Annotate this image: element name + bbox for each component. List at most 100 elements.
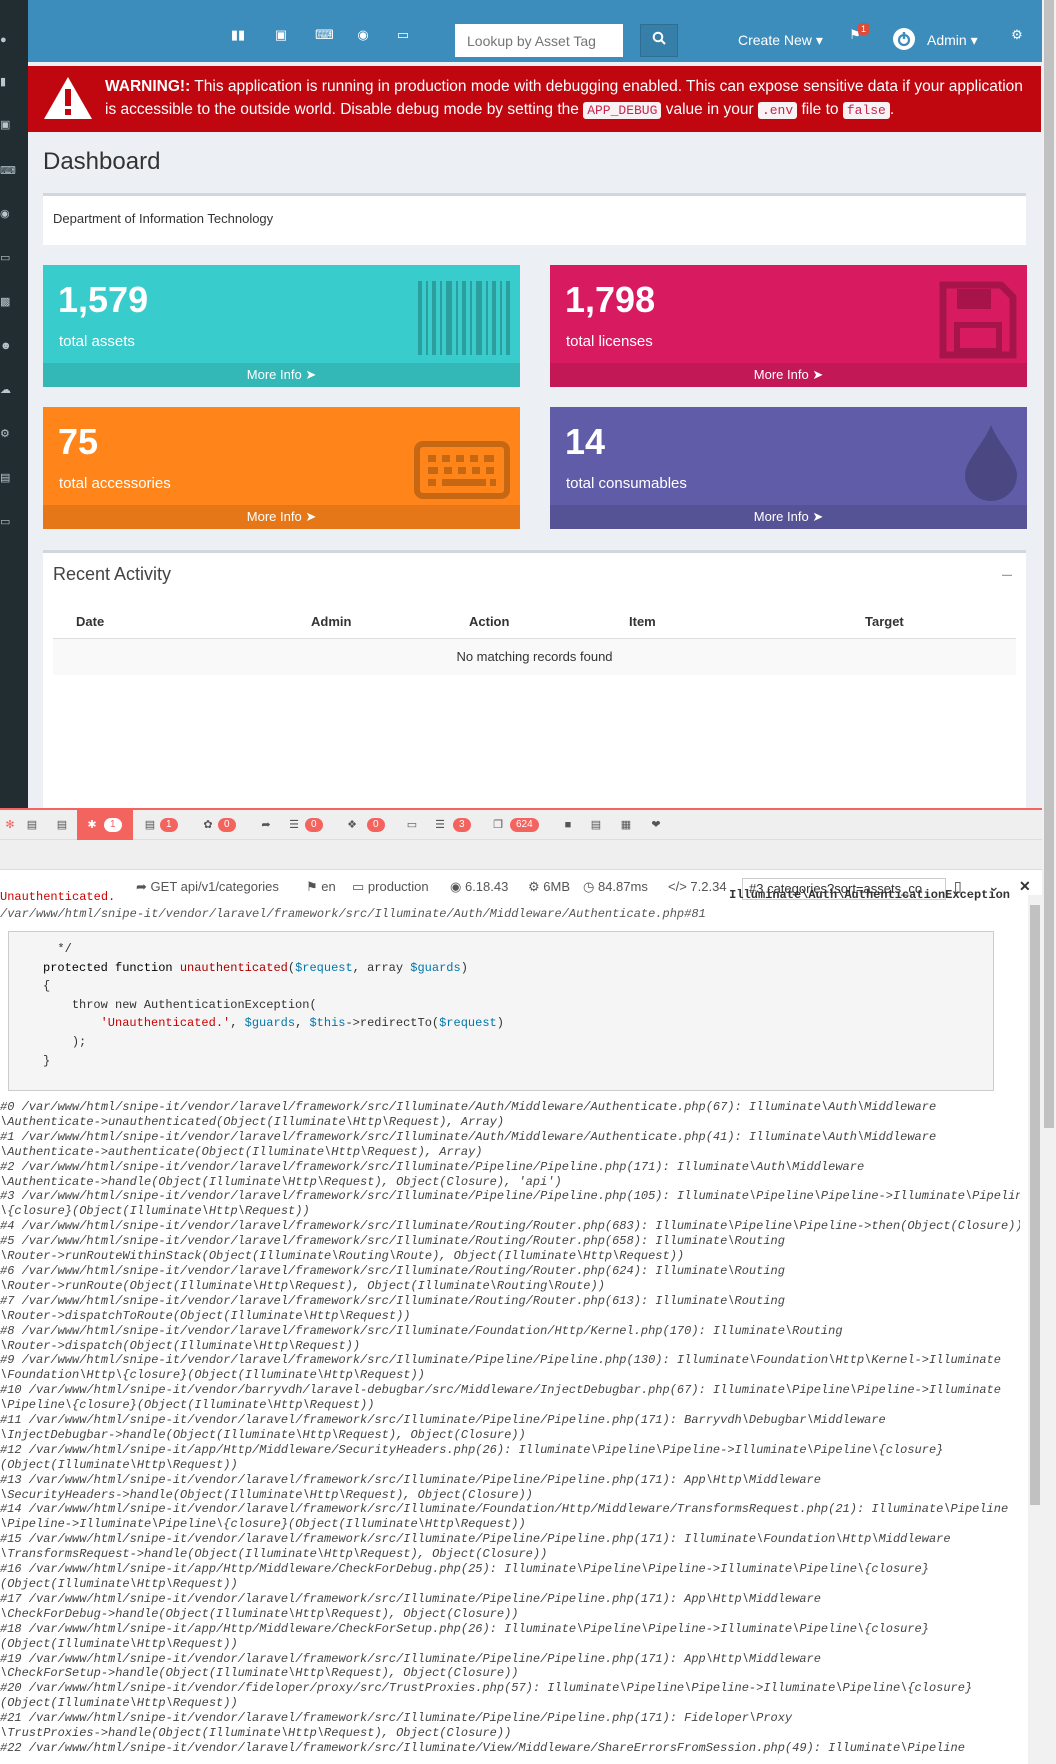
- accessories-tile: 75 total accessories More Info ➤: [43, 407, 520, 529]
- debugbar-logo-icon[interactable]: ✻: [2, 817, 18, 833]
- stack-trace-line: \CheckForDebug->handle(Object(Illuminate…: [0, 1606, 519, 1621]
- column-header-item[interactable]: Item: [629, 614, 656, 629]
- code-variable: $request: [295, 960, 353, 975]
- php-debugbar: ✻ ▤ ▤ ✱ 1 ▤ 1 ✿ 0 ➦ ☰ 0 ❖ 0 ▭ ☰ 3 ❐ 624 …: [0, 808, 1042, 1764]
- barcode-icon: [418, 281, 510, 355]
- tile-label: total licenses: [566, 333, 653, 350]
- power-icon: [893, 28, 915, 55]
- timeline-count: 0: [218, 818, 236, 832]
- archive-icon[interactable]: ▦: [618, 817, 634, 833]
- stack-trace-line: \Router->dispatchToRoute(Object(Illumina…: [0, 1308, 411, 1323]
- tags-icon[interactable]: ❤: [648, 817, 664, 833]
- stack-trace-line: #15 /var/www/html/snipe-it/vendor/larave…: [0, 1532, 951, 1547]
- version-text: 6.18.43: [464, 879, 509, 894]
- stack-trace-line: #13 /var/www/html/snipe-it/vendor/larave…: [0, 1472, 821, 1487]
- column-header-date[interactable]: Date: [76, 614, 104, 629]
- more-info-link[interactable]: More Info ➤: [550, 505, 1027, 529]
- locale-info: ⚑ en: [306, 879, 336, 895]
- leaf-icon[interactable]: ✿: [200, 817, 216, 833]
- stack-trace-line: #4 /var/www/html/snipe-it/vendor/laravel…: [0, 1219, 1020, 1234]
- keyboard-icon[interactable]: ⌨: [315, 26, 334, 44]
- stack-trace-line: #17 /var/www/html/snipe-it/vendor/larave…: [0, 1591, 821, 1606]
- stack-trace-line: #21 /var/www/html/snipe-it/vendor/larave…: [0, 1711, 793, 1726]
- save-icon[interactable]: ▣: [272, 26, 290, 44]
- request-icon[interactable]: ▤: [588, 817, 604, 833]
- collapse-icon[interactable]: –: [1002, 564, 1012, 585]
- search-button[interactable]: [640, 24, 678, 57]
- stack-trace-line: #0 /var/www/html/snipe-it/vendor/laravel…: [0, 1100, 937, 1114]
- warning-label: WARNING!:: [105, 78, 191, 95]
- more-info-label: More Info: [246, 367, 302, 382]
- stack-trace-line: \Pipeline->Illuminate\Pipeline\{closure}…: [0, 1517, 526, 1532]
- page-scrollbar[interactable]: [1042, 0, 1056, 1764]
- inbox-icon[interactable]: ▭: [404, 817, 420, 833]
- tile-count: 1,579: [58, 279, 149, 320]
- cubes-icon[interactable]: ❖: [344, 817, 360, 833]
- stack-trace-line: #22 /var/www/html/snipe-it/vendor/larave…: [0, 1740, 965, 1755]
- files-icon[interactable]: ❐: [490, 817, 506, 833]
- dashboard-icon[interactable]: ●: [0, 33, 14, 47]
- list-icon[interactable]: ☰: [432, 817, 448, 833]
- barcode-icon[interactable]: ▮: [0, 75, 14, 89]
- column-header-target[interactable]: Target: [865, 614, 904, 629]
- database-icon[interactable]: ☰: [286, 817, 302, 833]
- timeline-tab-icon[interactable]: ▤: [54, 817, 70, 833]
- cloud-download-icon[interactable]: ☁: [0, 383, 14, 397]
- code-text: ->redirectTo(: [345, 1016, 440, 1031]
- tile-count: 75: [58, 421, 99, 462]
- more-info-link[interactable]: More Info ➤: [550, 363, 1027, 387]
- share-icon: ➦: [136, 879, 147, 894]
- save-icon[interactable]: ▣: [0, 118, 14, 132]
- cogs-icon[interactable]: ⚙: [1008, 26, 1026, 44]
- create-new-dropdown[interactable]: Create New ▾: [738, 32, 823, 49]
- code-text: ,: [230, 1016, 245, 1031]
- drive-icon[interactable]: ▭: [394, 26, 412, 44]
- code-icon: </>: [668, 879, 687, 894]
- tint-icon[interactable]: ◉: [354, 26, 372, 44]
- department-box: Department of Information Technology: [43, 193, 1026, 245]
- lock-icon[interactable]: ■: [560, 817, 576, 833]
- false-code: false: [842, 102, 890, 119]
- reports-icon[interactable]: ▤: [0, 471, 14, 485]
- page-title: Dashboard: [43, 148, 161, 175]
- debugbar-scrollbar[interactable]: [1028, 895, 1042, 1764]
- more-info-link[interactable]: More Info ➤: [43, 363, 520, 387]
- user-menu-dropdown[interactable]: Admin ▾: [927, 32, 978, 49]
- warning-message-3: file to: [801, 101, 839, 118]
- exception-file[interactable]: /var/www/html/snipe-it/vendor/laravel/fr…: [0, 907, 706, 921]
- settings-icon[interactable]: ⚙: [0, 427, 14, 441]
- environment-text: production: [367, 879, 429, 894]
- stack-trace: #0 /var/www/html/snipe-it/vendor/laravel…: [0, 1100, 1020, 1756]
- messages-tab-icon[interactable]: ▤: [24, 817, 40, 833]
- asset-tag-search-input[interactable]: [455, 24, 623, 57]
- drive-icon[interactable]: ▭: [0, 251, 14, 265]
- stack-trace-line: #7 /var/www/html/snipe-it/vendor/laravel…: [0, 1293, 785, 1308]
- exceptions-count: 1: [104, 818, 122, 832]
- keyboard-icon[interactable]: ⌨: [0, 164, 16, 178]
- warning-message-2: value in your: [665, 101, 754, 118]
- stack-trace-line: \TrustProxies->handle(Object(Illuminate\…: [0, 1726, 512, 1741]
- code-text: throw new AuthenticationException(: [71, 997, 317, 1012]
- users-icon[interactable]: ☻: [0, 339, 14, 353]
- column-header-admin[interactable]: Admin: [311, 614, 351, 629]
- duration-text: 84.87ms: [597, 879, 648, 894]
- queries-count: 0: [305, 818, 323, 832]
- share-icon[interactable]: ➦: [258, 817, 274, 833]
- stack-trace-line: #6 /var/www/html/snipe-it/vendor/laravel…: [0, 1263, 785, 1278]
- close-icon[interactable]: ✕: [1019, 878, 1031, 895]
- page-scrollbar-thumb[interactable]: [1044, 0, 1054, 1128]
- components-icon[interactable]: ▩: [0, 295, 14, 309]
- column-header-action[interactable]: Action: [469, 614, 509, 629]
- request-text: GET api/v1/categories: [150, 879, 279, 894]
- tint-icon[interactable]: ◉: [0, 207, 14, 221]
- messages-count: 1: [160, 818, 178, 832]
- more-info-link[interactable]: More Info ➤: [43, 505, 520, 529]
- github-icon: ◉: [450, 879, 462, 894]
- barcode-icon[interactable]: ▮▮: [229, 26, 247, 44]
- scrollbar-thumb[interactable]: [1030, 905, 1040, 1505]
- code-text: , array: [352, 960, 411, 975]
- stack-trace-line: #20 /var/www/html/snipe-it/vendor/fidelo…: [0, 1681, 973, 1696]
- views-tab-icon[interactable]: ▤: [142, 817, 158, 833]
- laptop-icon[interactable]: ▭: [0, 515, 14, 529]
- tile-count: 1,798: [565, 279, 656, 320]
